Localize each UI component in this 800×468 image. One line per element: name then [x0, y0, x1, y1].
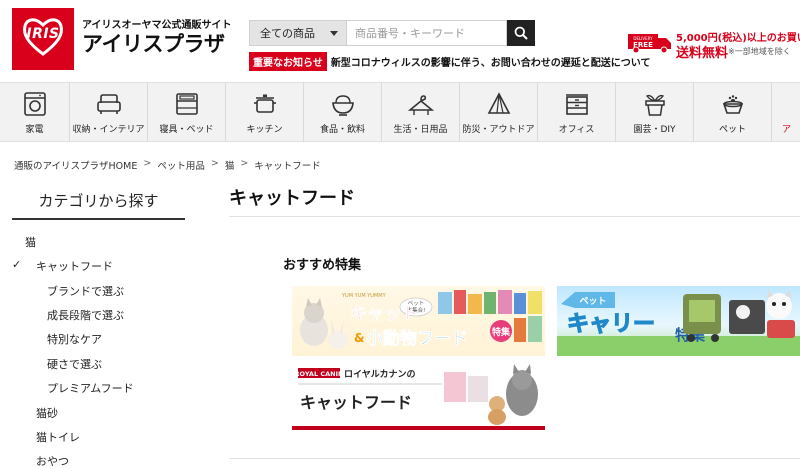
- search-category-label: 全ての商品: [260, 27, 315, 40]
- category-nav: 家電 収納・インテリア 寝具・ベッド キッチン 食品・飲料 生活・日用品 防災・…: [0, 82, 800, 142]
- logo-text: IRIS: [26, 26, 60, 42]
- drawer-icon: [565, 94, 588, 115]
- nav-item-storage-interior[interactable]: 収納・インテリア: [70, 83, 148, 141]
- pot-icon: [253, 94, 276, 113]
- sidebar-item-snacks[interactable]: おやつ: [36, 453, 69, 468]
- banner-headline: キャリー: [567, 312, 655, 337]
- delivery-badge-main: FREE: [633, 41, 653, 49]
- royal-canin-logo: ROYAL CANIN: [295, 370, 344, 378]
- delivery-free-label: 送料無料: [676, 46, 729, 61]
- nav-label: キッチン: [246, 125, 283, 135]
- sidebar-item-special-care[interactable]: 特別なケア: [47, 331, 102, 347]
- nav-item-daily-goods[interactable]: 生活・日用品: [382, 83, 460, 141]
- divider: [229, 216, 800, 217]
- breadcrumb-cat[interactable]: 猫: [225, 158, 235, 172]
- banner-art: YUM YUM YUMMY ペット 大集合! キャット & 小動物フード 特集: [300, 290, 542, 349]
- breadcrumb-pet[interactable]: ペット用品: [157, 158, 205, 172]
- sidebar-item-cat-food[interactable]: キャットフード: [36, 258, 113, 274]
- nav-item-office[interactable]: オフィス: [538, 83, 616, 141]
- nav-item-gardening-diy[interactable]: 園芸・DIY: [616, 83, 694, 141]
- search-category-select[interactable]: 全ての商品: [249, 20, 347, 46]
- nav-label: 家電: [25, 125, 44, 135]
- search-input[interactable]: [347, 20, 507, 46]
- nav-item-kitchen[interactable]: キッチン: [226, 83, 304, 141]
- nav-item-appliances[interactable]: 家電: [0, 83, 70, 141]
- pet-bowl-icon: [722, 95, 743, 114]
- banner-headline-2: 小動物フード: [366, 328, 468, 349]
- nav-item-disaster-outdoor[interactable]: 防災・アウトドア: [460, 83, 538, 141]
- breadcrumb-separator: >: [210, 158, 219, 169]
- bed-icon: [175, 93, 198, 115]
- plant-pot-icon: [644, 94, 665, 116]
- banner-cat-small-animal-food[interactable]: YUM YUM YUMMY ペット 大集合! キャット & 小動物フード 特集: [292, 286, 545, 356]
- nav-item-food-drink[interactable]: 食品・飲料: [304, 83, 382, 141]
- banner-amp: &: [354, 331, 364, 345]
- rice-bowl-icon: [331, 95, 354, 116]
- search-bar: 全ての商品: [249, 20, 535, 46]
- nav-label: 生活・日用品: [393, 125, 448, 135]
- notice-badge: 重要なお知らせ: [249, 52, 327, 71]
- sidebar-item-premium[interactable]: プレミアムフード: [47, 380, 134, 396]
- iris-logo[interactable]: IRIS: [12, 8, 74, 70]
- brand-name[interactable]: アイリスプラザ: [82, 28, 225, 58]
- nav-label: 寝具・ベッド: [159, 125, 214, 135]
- washing-machine-icon: [23, 92, 46, 116]
- sofa-icon: [96, 94, 121, 114]
- check-icon: ✓: [12, 258, 22, 271]
- banner-royal-canin-cat-food[interactable]: ROYAL CANIN ロイヤルカナンの キャットフード: [292, 364, 545, 430]
- chevron-down-icon: [330, 31, 338, 36]
- banner-line-2: キャットフード: [300, 393, 412, 412]
- banner-small-text: YUM YUM YUMMY: [341, 293, 387, 299]
- nav-item-more[interactable]: ア: [772, 83, 800, 141]
- banner-tag: 特集: [492, 326, 511, 338]
- banner-art: ROYAL CANIN ロイヤルカナンの キャットフード: [295, 364, 538, 425]
- important-notice[interactable]: 重要なお知らせ 新型コロナウィルスの影響に伴う、お問い合わせの遅延と配送について: [249, 52, 651, 71]
- divider: [229, 458, 800, 459]
- breadcrumb: 通販のアイリスプラザHOME > ペット用品 > 猫 > キャットフード: [14, 158, 321, 172]
- nav-label: ペット: [718, 125, 746, 135]
- banner-line-1: ロイヤルカナンの: [344, 369, 415, 380]
- delivery-truck-icon: DELIVERY FREE: [628, 34, 671, 54]
- nav-label: 食品・飲料: [319, 125, 365, 135]
- sidebar-item-texture[interactable]: 硬さで選ぶ: [47, 356, 102, 372]
- sidebar-item-cat-toilet[interactable]: 猫トイレ: [36, 429, 80, 445]
- banner-pet-carrier[interactable]: ペット キャリー 特集: [557, 286, 800, 356]
- search-button[interactable]: [507, 20, 535, 46]
- page-title: キャットフード: [229, 188, 355, 209]
- banner-headline-1: キャット: [350, 304, 418, 324]
- breadcrumb-home[interactable]: 通販のアイリスプラザHOME: [14, 158, 137, 172]
- nav-item-bedding[interactable]: 寝具・ベッド: [148, 83, 226, 141]
- sidebar-title: カテゴリから探す: [12, 188, 185, 220]
- tent-icon: [487, 92, 510, 114]
- delivery-note: ※一部地域を除く: [728, 47, 791, 56]
- nav-label: オフィス: [558, 125, 595, 135]
- nav-label: 防災・アウトドア: [462, 125, 535, 135]
- breadcrumb-separator: >: [143, 158, 152, 169]
- banner-art: ペット キャリー 特集: [557, 290, 800, 356]
- hanger-icon: [407, 95, 434, 115]
- nav-label: 園芸・DIY: [633, 125, 676, 135]
- sidebar-item-cat-litter[interactable]: 猫砂: [36, 405, 58, 421]
- nav-item-pet[interactable]: ペット: [694, 83, 772, 141]
- search-icon: [514, 26, 528, 40]
- breadcrumb-separator: >: [240, 158, 249, 169]
- site-header: IRIS アイリスオーヤマ公式通販サイト アイリスプラザ 全ての商品 重要なお知…: [0, 0, 800, 80]
- section-title: おすすめ特集: [283, 258, 362, 273]
- sidebar-item-cat[interactable]: 猫: [25, 234, 36, 250]
- nav-label: ア: [782, 125, 792, 135]
- banner-tag: ペット: [579, 296, 606, 307]
- nav-label: 収納・インテリア: [72, 125, 145, 135]
- sidebar-item-brand[interactable]: ブランドで選ぶ: [47, 283, 124, 299]
- free-delivery-banner[interactable]: DELIVERY FREE 5,000円(税込)以上のお買い物で 送料無料 ※一…: [628, 26, 800, 62]
- breadcrumb-current: キャットフード: [254, 161, 321, 172]
- sidebar-item-life-stage[interactable]: 成長段階で選ぶ: [47, 307, 124, 323]
- notice-text[interactable]: 新型コロナウィルスの影響に伴う、お問い合わせの遅延と配送について: [331, 54, 651, 69]
